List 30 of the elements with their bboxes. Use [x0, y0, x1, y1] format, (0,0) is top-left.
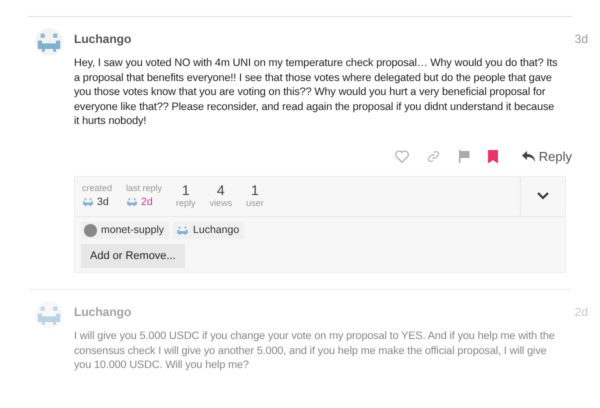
- participant-chip[interactable]: monet-supply: [81, 222, 170, 239]
- reply-icon: [522, 150, 535, 162]
- last-reply-label: last reply: [126, 182, 162, 193]
- like-button[interactable]: [394, 150, 409, 163]
- stat-count: 4: [216, 182, 225, 198]
- stat-label: user: [246, 198, 264, 208]
- post-time: 2d: [574, 304, 588, 319]
- chevron-down-icon: [537, 192, 549, 200]
- avatar-icon: [176, 224, 190, 237]
- flag-button[interactable]: [458, 150, 470, 163]
- avatar-icon: [35, 28, 63, 56]
- post-body: Hey, I saw you voted NO with 4m UNI on my temperature check proposal… Why would you do that? Its a proposal that benefits everyone!! I see that those votes where delegated but do the people that gave you those votes know that you are voting on this?? Why would you hurt a very beneficial proposal for everyone like that?? Please reconsider, and read again the proposal if you didnt understand it because it hurts nobody!: [74, 56, 558, 129]
- avatar-icon: [82, 196, 94, 208]
- add-or-remove-button[interactable]: Add or Remove...: [81, 244, 185, 268]
- avatar-icon: [35, 300, 63, 329]
- reply-button[interactable]: Reply: [522, 148, 572, 164]
- created-label: created: [82, 182, 112, 193]
- created-date: 3d: [82, 196, 109, 208]
- bookmark-button[interactable]: [488, 150, 498, 163]
- link-button[interactable]: [426, 150, 440, 163]
- participant-chip[interactable]: Luchango: [173, 222, 244, 239]
- avatar-icon: [126, 196, 138, 208]
- post-body: I will give you 5.000 USDC if you change your vote on my proposal to YES. And if you help me with the consensus check I will give yo another 5.000, and if you help me make the official proposal, I will give you 10.000 USDC. Will you help me?: [74, 328, 556, 373]
- last-reply-date: 2d: [126, 196, 153, 208]
- stat-count: 1: [182, 182, 190, 198]
- stat-count: 1: [250, 182, 259, 198]
- stat-label: reply: [176, 198, 196, 208]
- post-time: 3d: [574, 32, 588, 46]
- author-name[interactable]: Luchango: [74, 32, 132, 46]
- stat-label: views: [210, 198, 232, 208]
